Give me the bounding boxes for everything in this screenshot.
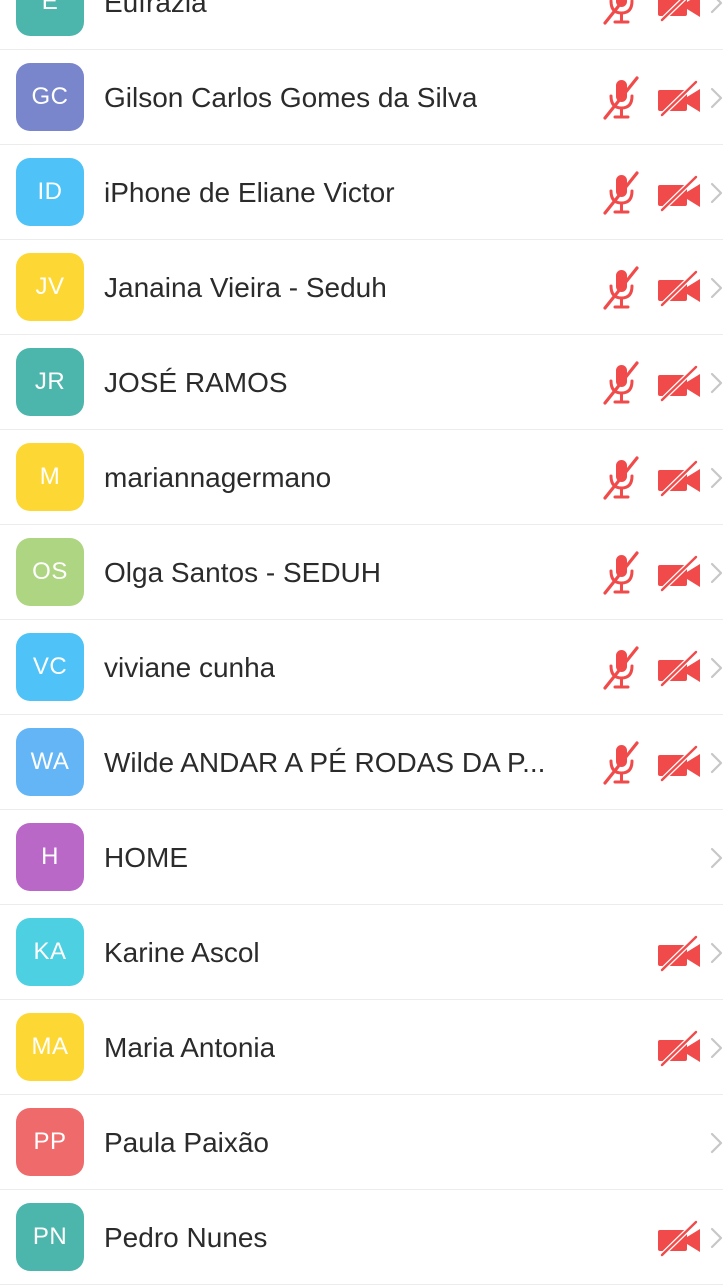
participant-list: E Eufrázia GC Gilson Carlos Gomes da Sil… [0,0,723,1285]
chevron-right-icon[interactable] [710,1037,723,1059]
participant-name: iPhone de Eliane Victor [104,177,395,208]
chevron-right-icon[interactable] [710,942,723,964]
chevron-right-icon[interactable] [710,562,723,584]
chevron-right-icon[interactable] [710,752,723,774]
participant-row[interactable]: E Eufrázia [0,0,723,50]
participant-name: Gilson Carlos Gomes da Silva [104,82,478,113]
video-off-icon [658,0,700,22]
video-off-icon [658,364,700,402]
chevron-right-icon[interactable] [710,1227,723,1249]
mic-muted-icon [603,361,639,405]
avatar: M [16,443,84,511]
video-off-icon [658,744,700,782]
participant-row[interactable]: GC Gilson Carlos Gomes da Silva [0,50,723,145]
mic-muted-icon [603,741,639,785]
participant-name: Olga Santos - SEDUH [104,557,381,588]
chevron-right-icon[interactable] [710,657,723,679]
avatar: VC [16,633,84,701]
participant-row[interactable]: H HOME [0,810,723,905]
participant-name: viviane cunha [104,652,276,683]
avatar: E [16,0,84,36]
participant-name: Karine Ascol [104,937,260,968]
video-off-icon [658,269,700,307]
chevron-right-icon[interactable] [710,87,723,109]
participant-row[interactable]: PP Paula Paixão [0,1095,723,1190]
video-off-icon [658,1029,700,1067]
participant-row[interactable]: OS Olga Santos - SEDUH [0,525,723,620]
video-off-icon [658,174,700,212]
avatar: MA [16,1013,84,1081]
participant-name: Janaina Vieira - Seduh [104,272,387,303]
video-off-icon [658,79,700,117]
participant-row[interactable]: M mariannagermano [0,430,723,525]
video-off-icon [658,459,700,497]
mic-muted-icon [603,456,639,500]
participant-row[interactable]: WA Wilde ANDAR A PÉ RODAS DA P... [0,715,723,810]
participant-name: Pedro Nunes [104,1222,268,1253]
chevron-right-icon[interactable] [710,1132,723,1154]
chevron-right-icon[interactable] [710,372,723,394]
participant-name: Eufrázia [104,0,207,18]
mic-muted-icon [603,171,639,215]
participant-row[interactable]: JR JOSÉ RAMOS [0,335,723,430]
participant-name: JOSÉ RAMOS [104,367,288,398]
participant-name: Paula Paixão [104,1127,270,1158]
participant-row[interactable]: KA Karine Ascol [0,905,723,1000]
participant-name: Maria Antonia [104,1032,276,1063]
avatar: PN [16,1203,84,1271]
video-off-icon [658,934,700,972]
avatar: KA [16,918,84,986]
participant-name: HOME [104,842,188,873]
mic-muted-icon [603,0,634,25]
chevron-right-icon[interactable] [710,847,723,869]
video-off-icon [658,1219,700,1257]
participant-row[interactable]: MA Maria Antonia [0,1000,723,1095]
avatar: WA [16,728,84,796]
participant-name: mariannagermano [104,462,332,493]
avatar: PP [16,1108,84,1176]
chevron-right-icon[interactable] [710,0,723,14]
participant-name: Wilde ANDAR A PÉ RODAS DA P... [104,747,546,778]
participant-row[interactable]: PN Pedro Nunes [0,1190,723,1285]
participant-row[interactable]: JV Janaina Vieira - Seduh [0,240,723,335]
chevron-right-icon[interactable] [710,182,723,204]
mic-muted-icon [603,551,639,595]
chevron-right-icon[interactable] [710,277,723,299]
avatar: OS [16,538,84,606]
avatar: JV [16,253,84,321]
avatar: H [16,823,84,891]
participant-row[interactable]: ID iPhone de Eliane Victor [0,145,723,240]
chevron-right-icon[interactable] [710,467,723,489]
video-off-icon [658,649,700,687]
participant-row[interactable]: VC viviane cunha [0,620,723,715]
avatar: JR [16,348,84,416]
mic-muted-icon [603,646,639,690]
mic-muted-icon [603,76,639,120]
avatar: GC [16,63,84,131]
video-off-icon [658,554,700,592]
mic-muted-icon [603,266,639,310]
avatar: ID [16,158,84,226]
